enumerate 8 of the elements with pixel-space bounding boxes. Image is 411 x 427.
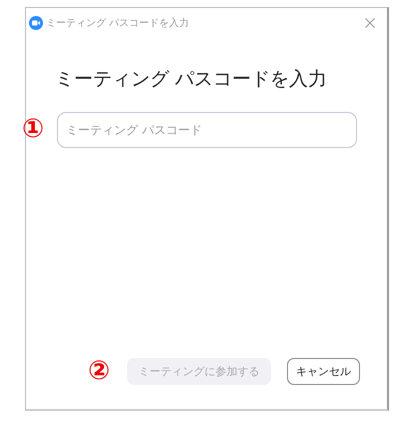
cancel-button[interactable]: キャンセル: [287, 358, 360, 385]
video-camera-icon: [29, 16, 43, 30]
passcode-field[interactable]: ミーティング パスコード: [57, 112, 357, 148]
step-marker: ①: [22, 116, 44, 142]
dialog-heading: ミーティング パスコードを入力: [55, 67, 328, 92]
close-icon[interactable]: [365, 18, 375, 28]
step-marker: ②: [88, 358, 110, 384]
window-title: ミーティング パスコードを入力: [46, 16, 190, 30]
